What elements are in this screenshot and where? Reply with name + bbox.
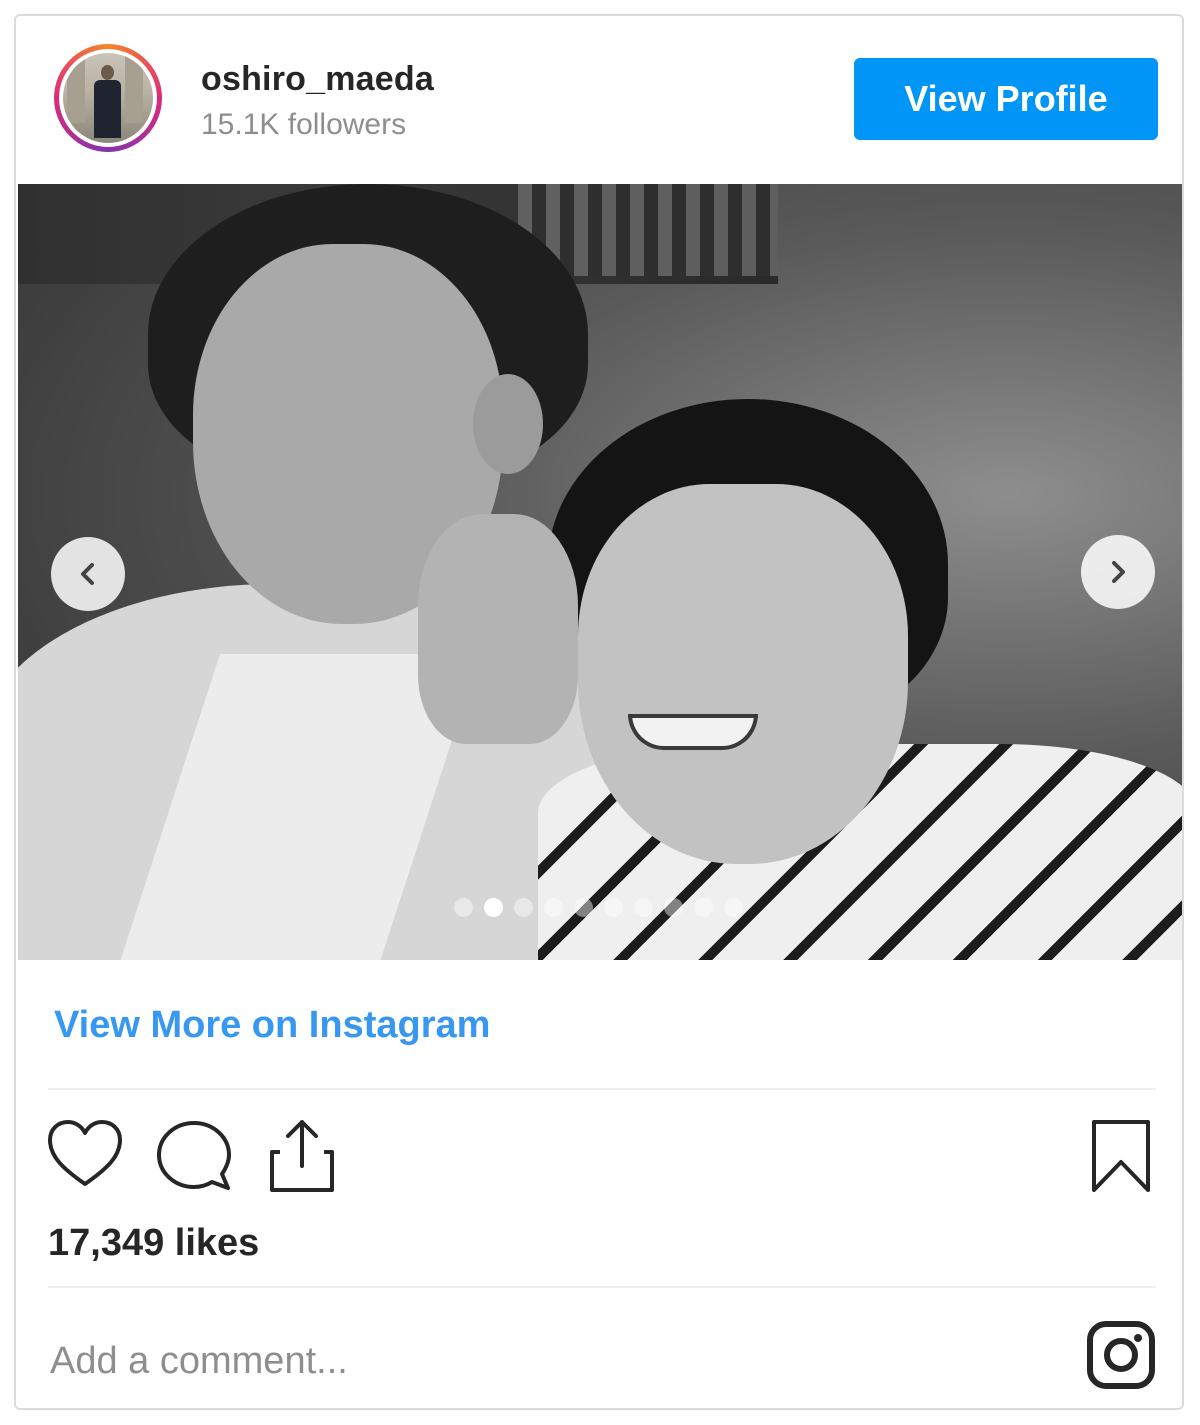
carousel-dot (694, 898, 713, 917)
like-button[interactable] (46, 1118, 124, 1190)
photo-person-right-face (578, 484, 908, 864)
share-icon (270, 1120, 334, 1192)
heart-icon (48, 1120, 122, 1186)
post-photo[interactable] (18, 184, 1182, 960)
avatar[interactable] (54, 44, 162, 152)
carousel-next-button[interactable] (1081, 535, 1155, 609)
comment-input[interactable] (48, 1332, 952, 1390)
carousel-dot (544, 898, 563, 917)
avatar-bg-building (125, 53, 143, 123)
avatar-image (63, 53, 153, 143)
view-more-link[interactable]: View More on Instagram (54, 1004, 490, 1047)
comment-button[interactable] (154, 1118, 234, 1194)
carousel-dots (454, 898, 743, 917)
username[interactable]: oshiro_maeda (201, 60, 434, 99)
divider (48, 1286, 1156, 1288)
save-button[interactable] (1088, 1118, 1154, 1194)
carousel-dot (604, 898, 623, 917)
comment-icon (157, 1121, 231, 1190)
view-profile-button[interactable]: View Profile (854, 58, 1158, 140)
carousel-dot (724, 898, 743, 917)
carousel-dot (664, 898, 683, 917)
carousel-dot (574, 898, 593, 917)
chevron-right-icon (1112, 561, 1125, 583)
photo-person-left-ear (473, 374, 543, 474)
carousel-dot-active (484, 898, 503, 917)
share-button[interactable] (266, 1116, 338, 1196)
chevron-left-icon (81, 563, 94, 585)
photo-peace-sign-hand (418, 514, 578, 744)
photo-person-right-smile (628, 714, 758, 750)
avatar-frame (59, 49, 157, 147)
avatar-person-head (101, 65, 114, 80)
carousel-dot (454, 898, 473, 917)
carousel-dot (634, 898, 653, 917)
instagram-logo-button[interactable] (1086, 1320, 1156, 1390)
avatar-person-body (94, 80, 121, 138)
instagram-icon (1087, 1321, 1155, 1389)
likes-count: 17,349 likes (48, 1222, 260, 1264)
followers-count: 15.1K followers (201, 108, 407, 141)
instagram-embed-card: oshiro_maeda 15.1K followers View Profil… (14, 14, 1184, 1410)
avatar-bg-building (67, 53, 85, 123)
divider (48, 1088, 1156, 1090)
carousel-prev-button[interactable] (51, 537, 125, 611)
bookmark-icon (1092, 1120, 1150, 1192)
carousel-dot (514, 898, 533, 917)
